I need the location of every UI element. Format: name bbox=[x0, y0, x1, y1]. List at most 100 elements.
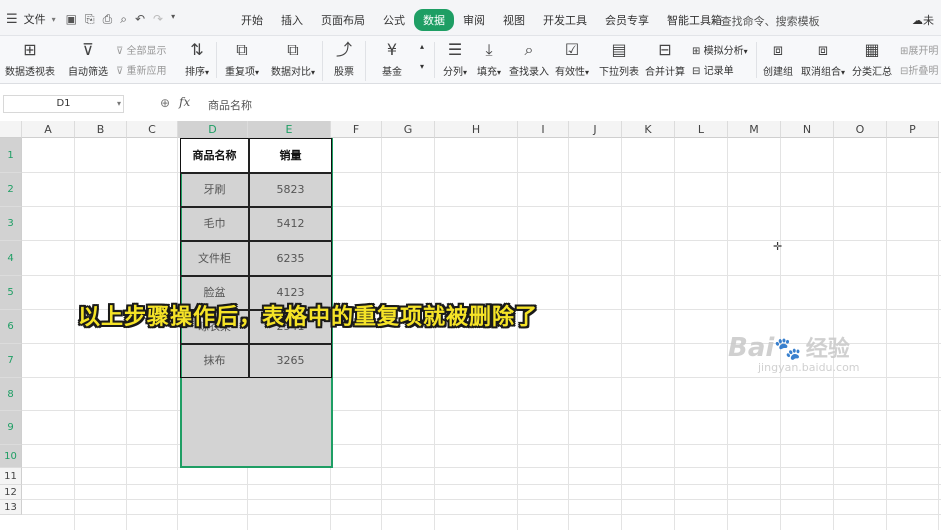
pivot-table-button[interactable]: ⊞ 数据透视表 bbox=[4, 41, 56, 79]
find-entry-button[interactable]: ⌕ 查找录入 bbox=[508, 41, 550, 79]
tab-2[interactable]: 页面布局 bbox=[312, 9, 374, 31]
tab-8[interactable]: 会员专享 bbox=[596, 9, 658, 31]
print-preview-icon[interactable]: ⌕ bbox=[120, 12, 127, 27]
fill-label: 填充 bbox=[476, 67, 497, 78]
validity-button[interactable]: ☑ 有效性▾ bbox=[554, 41, 590, 79]
fund-button[interactable]: ¥ 基金 bbox=[372, 41, 412, 79]
row-header-3[interactable]: 3 bbox=[0, 207, 22, 241]
chevron-down-icon[interactable]: ▾ bbox=[52, 15, 56, 24]
select-all-corner[interactable] bbox=[0, 121, 22, 138]
table-border bbox=[180, 138, 332, 378]
duplicates-icon: ⧉ bbox=[236, 40, 248, 59]
column-header-f[interactable]: F bbox=[331, 121, 382, 138]
record-form-button[interactable]: ⊟ 记录单 bbox=[692, 62, 734, 77]
collapse-detail-button[interactable]: ⊟折叠明 bbox=[900, 62, 938, 77]
column-header-p[interactable]: P bbox=[887, 121, 939, 138]
save-icon[interactable]: ▣ bbox=[66, 12, 77, 27]
validity-label: 有效性 bbox=[554, 67, 585, 78]
expand-detail-label: 展开明 bbox=[908, 46, 939, 57]
row-header-9[interactable]: 9 bbox=[0, 411, 22, 445]
row-header-2[interactable]: 2 bbox=[0, 173, 22, 207]
name-box[interactable]: D1 ▾ bbox=[3, 95, 124, 113]
column-header-n[interactable]: N bbox=[781, 121, 834, 138]
row-header-11[interactable]: 11 bbox=[0, 468, 22, 485]
row-header-6[interactable]: 6 bbox=[0, 310, 22, 344]
grid-line bbox=[381, 138, 382, 530]
column-header-m[interactable]: M bbox=[728, 121, 781, 138]
record-form-label: 记录单 bbox=[703, 66, 734, 77]
stock-button[interactable]: ⤴ 股票 bbox=[322, 41, 366, 81]
filter-icon: ⊽ bbox=[82, 40, 94, 59]
redo-icon[interactable]: ↷ bbox=[153, 12, 163, 27]
function-icon[interactable]: fx bbox=[179, 95, 190, 109]
file-menu[interactable]: 文件 bbox=[24, 11, 46, 27]
sort-button[interactable]: ⇅ 排序▾ bbox=[182, 41, 212, 79]
split-column-button[interactable]: ☰ 分列▾ bbox=[438, 41, 472, 79]
column-header-b[interactable]: B bbox=[75, 121, 127, 138]
chevron-down-icon[interactable]: ▾ bbox=[117, 96, 121, 112]
menu-bar: ☰ 文件 ▾ ▣ ⎘ ⎙ ⌕ ↶ ↷ ▾ 开始 插入 页面布局 公式 数据 审阅 视图 开发工… bbox=[0, 0, 941, 36]
auto-filter-button[interactable]: ⊽ 自动筛选 bbox=[66, 40, 110, 79]
tab-3[interactable]: 公式 bbox=[374, 9, 414, 31]
dropdown-list-button[interactable]: ▤ 下拉列表 bbox=[598, 41, 640, 79]
zoom-icon[interactable]: ⊕ bbox=[160, 96, 170, 110]
reapply-button[interactable]: ⊽ 重新应用 bbox=[116, 62, 167, 77]
grid-line bbox=[22, 172, 941, 173]
column-header-o[interactable]: O bbox=[834, 121, 887, 138]
scroll-down-icon[interactable]: ▾ bbox=[420, 62, 424, 71]
column-header-g[interactable]: G bbox=[382, 121, 435, 138]
video-caption: 以上步骤操作后，表格中的重复项就被删除了 bbox=[78, 305, 539, 330]
tab-4[interactable]: 数据 bbox=[414, 9, 454, 31]
column-header-h[interactable]: H bbox=[435, 121, 518, 138]
column-header-i[interactable]: I bbox=[518, 121, 569, 138]
simulation-icon: ⊞ bbox=[692, 46, 701, 57]
row-header-13[interactable]: 13 bbox=[0, 500, 22, 515]
undo-icon[interactable]: ↶ bbox=[135, 12, 145, 27]
formula-input[interactable]: 商品名称 bbox=[208, 97, 252, 113]
row-header-8[interactable]: 8 bbox=[0, 378, 22, 411]
subtotal-icon: ▦ bbox=[864, 40, 880, 59]
row-header-7[interactable]: 7 bbox=[0, 344, 22, 378]
record-form-icon: ⊟ bbox=[692, 66, 701, 77]
print-icon[interactable]: ⎙ bbox=[103, 12, 113, 27]
expand-detail-button[interactable]: ⊞展开明 bbox=[900, 42, 938, 57]
row-header-4[interactable]: 4 bbox=[0, 241, 22, 276]
cloud-status[interactable]: ☁未 bbox=[912, 12, 934, 28]
ribbon-divider bbox=[756, 42, 757, 78]
command-search[interactable]: ⌕ 查找命令、搜索模板 bbox=[711, 13, 820, 29]
tab-0[interactable]: 开始 bbox=[232, 9, 272, 31]
dropdown-list-label: 下拉列表 bbox=[599, 67, 639, 78]
simulation-button[interactable]: ⊞ 模拟分析▾ bbox=[692, 42, 748, 57]
data-compare-button[interactable]: ⧉ 数据对比▾ bbox=[268, 41, 318, 79]
grid-line bbox=[74, 138, 75, 530]
show-all-button[interactable]: ⊽ 全部显示 bbox=[116, 42, 167, 57]
data-compare-label: 数据对比 bbox=[270, 67, 311, 78]
table-border bbox=[248, 138, 250, 378]
scroll-up-icon[interactable]: ▴ bbox=[420, 42, 424, 51]
tab-6[interactable]: 视图 bbox=[494, 9, 534, 31]
tab-7[interactable]: 开发工具 bbox=[534, 9, 596, 31]
row-header-12[interactable]: 12 bbox=[0, 485, 22, 500]
create-group-button[interactable]: ⧈ 创建组 bbox=[760, 41, 796, 79]
more-icon[interactable]: ▾ bbox=[171, 12, 175, 27]
column-header-c[interactable]: C bbox=[127, 121, 178, 138]
tab-5[interactable]: 审阅 bbox=[454, 9, 494, 31]
ungroup-button[interactable]: ⧈ 取消组合▾ bbox=[800, 41, 846, 79]
hamburger-icon[interactable]: ☰ bbox=[6, 12, 18, 27]
duplicates-button[interactable]: ⧉ 重复项▾ bbox=[222, 40, 262, 79]
column-header-a[interactable]: A bbox=[22, 121, 75, 138]
export-icon[interactable]: ⎘ bbox=[85, 12, 95, 27]
column-header-j[interactable]: J bbox=[569, 121, 622, 138]
column-header-k[interactable]: K bbox=[622, 121, 675, 138]
row-header-10[interactable]: 10 bbox=[0, 445, 22, 468]
subtotal-button[interactable]: ▦ 分类汇总 bbox=[850, 40, 894, 79]
tab-1[interactable]: 插入 bbox=[272, 9, 312, 31]
merge-calc-button[interactable]: ⊟ 合并计算 bbox=[644, 41, 686, 79]
column-header-l[interactable]: L bbox=[675, 121, 728, 138]
row-header-5[interactable]: 5 bbox=[0, 276, 22, 310]
column-header-e[interactable]: E bbox=[248, 121, 331, 138]
column-header-d[interactable]: D bbox=[178, 121, 248, 138]
fill-button[interactable]: ⤓ 填充▾ bbox=[474, 41, 504, 79]
row-header-1[interactable]: 1 bbox=[0, 138, 22, 173]
grid-line bbox=[568, 138, 569, 530]
